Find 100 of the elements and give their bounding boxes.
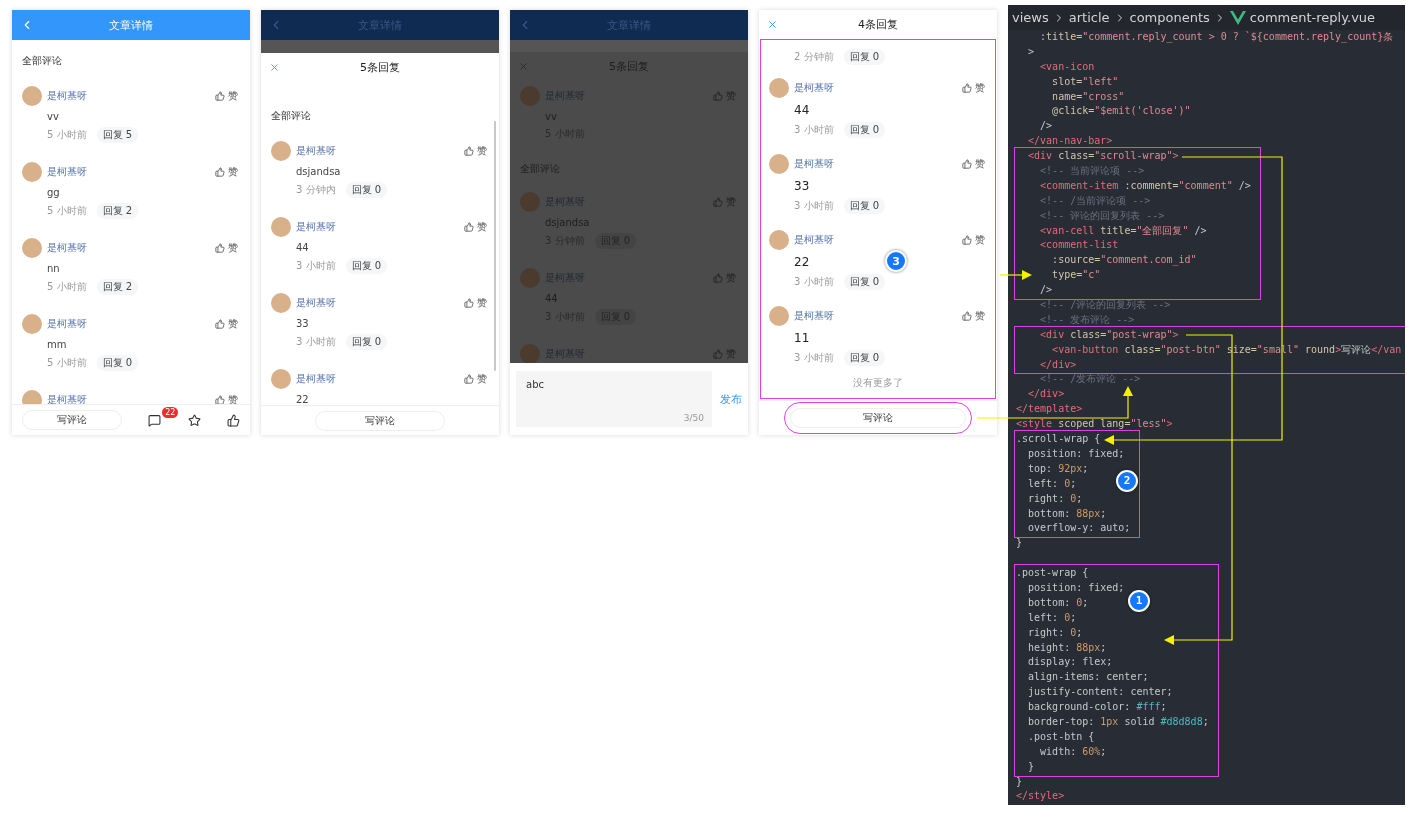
reply-count-button[interactable]: 回复 5 bbox=[96, 127, 139, 143]
comment-text: 33 bbox=[296, 318, 309, 329]
code-line: </style> bbox=[1016, 789, 1065, 804]
write-comment-button[interactable]: 写评论 bbox=[315, 410, 445, 431]
comment-text: 33 bbox=[794, 179, 810, 193]
code-line: <!-- 评论的回复列表 --> bbox=[1039, 208, 1165, 223]
avatar bbox=[22, 390, 42, 404]
code-line: <!-- /评论的回复列表 --> bbox=[1039, 298, 1171, 313]
reply-count-button[interactable]: 回复 0 bbox=[843, 350, 886, 366]
avatar bbox=[769, 154, 789, 174]
code-line: width: 60%; bbox=[1039, 744, 1107, 759]
comment-time: 5 小时前 bbox=[47, 280, 87, 294]
author-name: 是柯基呀 bbox=[296, 144, 337, 158]
code-line: border-top: 1px solid #d8d8d8; bbox=[1027, 714, 1209, 729]
avatar bbox=[271, 217, 291, 237]
comment-text: gg bbox=[47, 187, 60, 198]
avatar bbox=[520, 344, 540, 363]
avatar bbox=[271, 141, 291, 161]
thumbs-up-icon[interactable] bbox=[227, 413, 240, 427]
comment-text: 44 bbox=[296, 242, 309, 253]
reply-count-button[interactable]: 回复 2 bbox=[96, 279, 139, 295]
code-line: :source="comment.com_id" bbox=[1051, 253, 1197, 268]
code-line: .post-btn { bbox=[1027, 729, 1095, 744]
like-button[interactable]: 赞 bbox=[962, 81, 985, 95]
author-name: 是柯基呀 bbox=[47, 393, 88, 404]
comment-time: 3 分钟内 bbox=[296, 183, 336, 197]
thumbs-up-icon bbox=[713, 91, 723, 101]
avatar bbox=[22, 314, 42, 334]
count-badge: 22 bbox=[162, 406, 179, 418]
breadcrumb-item[interactable]: comment-reply.vue bbox=[1249, 10, 1376, 25]
reply-count-button[interactable]: 回复 0 bbox=[843, 198, 886, 214]
thumbs-up-icon bbox=[962, 159, 972, 169]
like-button[interactable]: 赞 bbox=[464, 372, 487, 386]
code-line: } bbox=[1016, 536, 1023, 551]
like-button[interactable]: 赞 bbox=[464, 296, 487, 310]
comment-text: 22 bbox=[296, 394, 309, 405]
code-line: > bbox=[1027, 44, 1035, 59]
code-line: <!-- /发布评论 --> bbox=[1039, 372, 1141, 387]
code-line: <style scoped lang="less"> bbox=[1016, 417, 1173, 432]
code-line: overflow-y: auto; bbox=[1027, 521, 1131, 536]
like-button[interactable]: 赞 bbox=[464, 220, 487, 234]
avatar bbox=[769, 78, 789, 98]
reply-count-button[interactable]: 回复 0 bbox=[345, 334, 388, 350]
code-line: <!-- /当前评论项 --> bbox=[1039, 193, 1151, 208]
comment-text: nn bbox=[47, 263, 60, 274]
reply-count-button[interactable]: 回复 0 bbox=[345, 182, 388, 198]
author-name: 是柯基呀 bbox=[296, 220, 337, 234]
like-button[interactable]: 赞 bbox=[215, 317, 238, 331]
thumbs-up-icon bbox=[713, 349, 723, 359]
like-button[interactable]: 赞 bbox=[215, 241, 238, 255]
breadcrumb-item[interactable]: components bbox=[1129, 10, 1210, 25]
like-button[interactable]: 赞 bbox=[215, 165, 238, 179]
breadcrumb-item[interactable]: views bbox=[1012, 10, 1049, 25]
like-button[interactable]: 赞 bbox=[215, 89, 238, 103]
comment-text: dsjandsa bbox=[296, 166, 341, 177]
reply-count-button[interactable]: 回复 0 bbox=[843, 274, 886, 290]
close-icon bbox=[518, 60, 529, 72]
end-of-list-text: 没有更多了 bbox=[853, 376, 903, 390]
thumbs-up-icon bbox=[713, 273, 723, 283]
code-line: slot="left" bbox=[1051, 74, 1119, 89]
comment-icon[interactable] bbox=[148, 413, 162, 427]
like-button[interactable]: 赞 bbox=[464, 144, 487, 158]
code-line: <comment-item :comment="comment" /> bbox=[1039, 178, 1251, 193]
section-title: 全部评论 bbox=[270, 109, 312, 123]
code-line: type="c" bbox=[1051, 268, 1101, 283]
author-name: 是柯基呀 bbox=[47, 241, 88, 255]
code-line: .post-wrap { bbox=[1016, 566, 1089, 581]
comment-time: 5 小时前 bbox=[47, 204, 87, 218]
code-line: } bbox=[1027, 759, 1035, 774]
like-button[interactable]: 赞 bbox=[962, 157, 985, 171]
author-name: 是柯基呀 bbox=[47, 165, 88, 179]
reply-count-button[interactable]: 回复 2 bbox=[96, 203, 139, 219]
code-line: align-items: center; bbox=[1027, 670, 1149, 685]
comment-text: 22 bbox=[794, 255, 810, 269]
breadcrumb-item[interactable]: article bbox=[1068, 10, 1110, 25]
thumbs-up-icon bbox=[464, 374, 474, 384]
code-line: position: fixed; bbox=[1027, 446, 1125, 461]
code-line: /> bbox=[1039, 283, 1053, 298]
like-button[interactable]: 赞 bbox=[962, 309, 985, 323]
star-icon[interactable] bbox=[187, 413, 201, 427]
reply-count-button[interactable]: 回复 0 bbox=[843, 49, 886, 65]
vue-logo-icon bbox=[1229, 10, 1246, 25]
code-line: bottom: 0; bbox=[1027, 595, 1089, 610]
thumbs-up-icon bbox=[962, 311, 972, 321]
scrollbar[interactable] bbox=[494, 121, 496, 371]
popup-title: 5条回复 bbox=[359, 59, 401, 75]
code-line: top: 92px; bbox=[1027, 461, 1089, 476]
reply-count-button[interactable]: 回复 0 bbox=[96, 355, 139, 371]
like-button[interactable]: 赞 bbox=[962, 233, 985, 247]
reply-count-button[interactable]: 回复 0 bbox=[345, 258, 388, 274]
write-comment-button[interactable]: 写评论 bbox=[22, 410, 122, 430]
avatar bbox=[22, 86, 42, 106]
avatar bbox=[271, 293, 291, 313]
code-line: left: 0; bbox=[1027, 476, 1077, 491]
reply-count-button[interactable]: 回复 0 bbox=[843, 122, 886, 138]
like-button[interactable]: 赞 bbox=[215, 393, 238, 404]
thumbs-up-icon bbox=[215, 319, 225, 329]
comment-text: mm bbox=[47, 339, 67, 350]
comment-time: 5 小时前 bbox=[47, 356, 87, 370]
thumbs-up-icon bbox=[464, 298, 474, 308]
